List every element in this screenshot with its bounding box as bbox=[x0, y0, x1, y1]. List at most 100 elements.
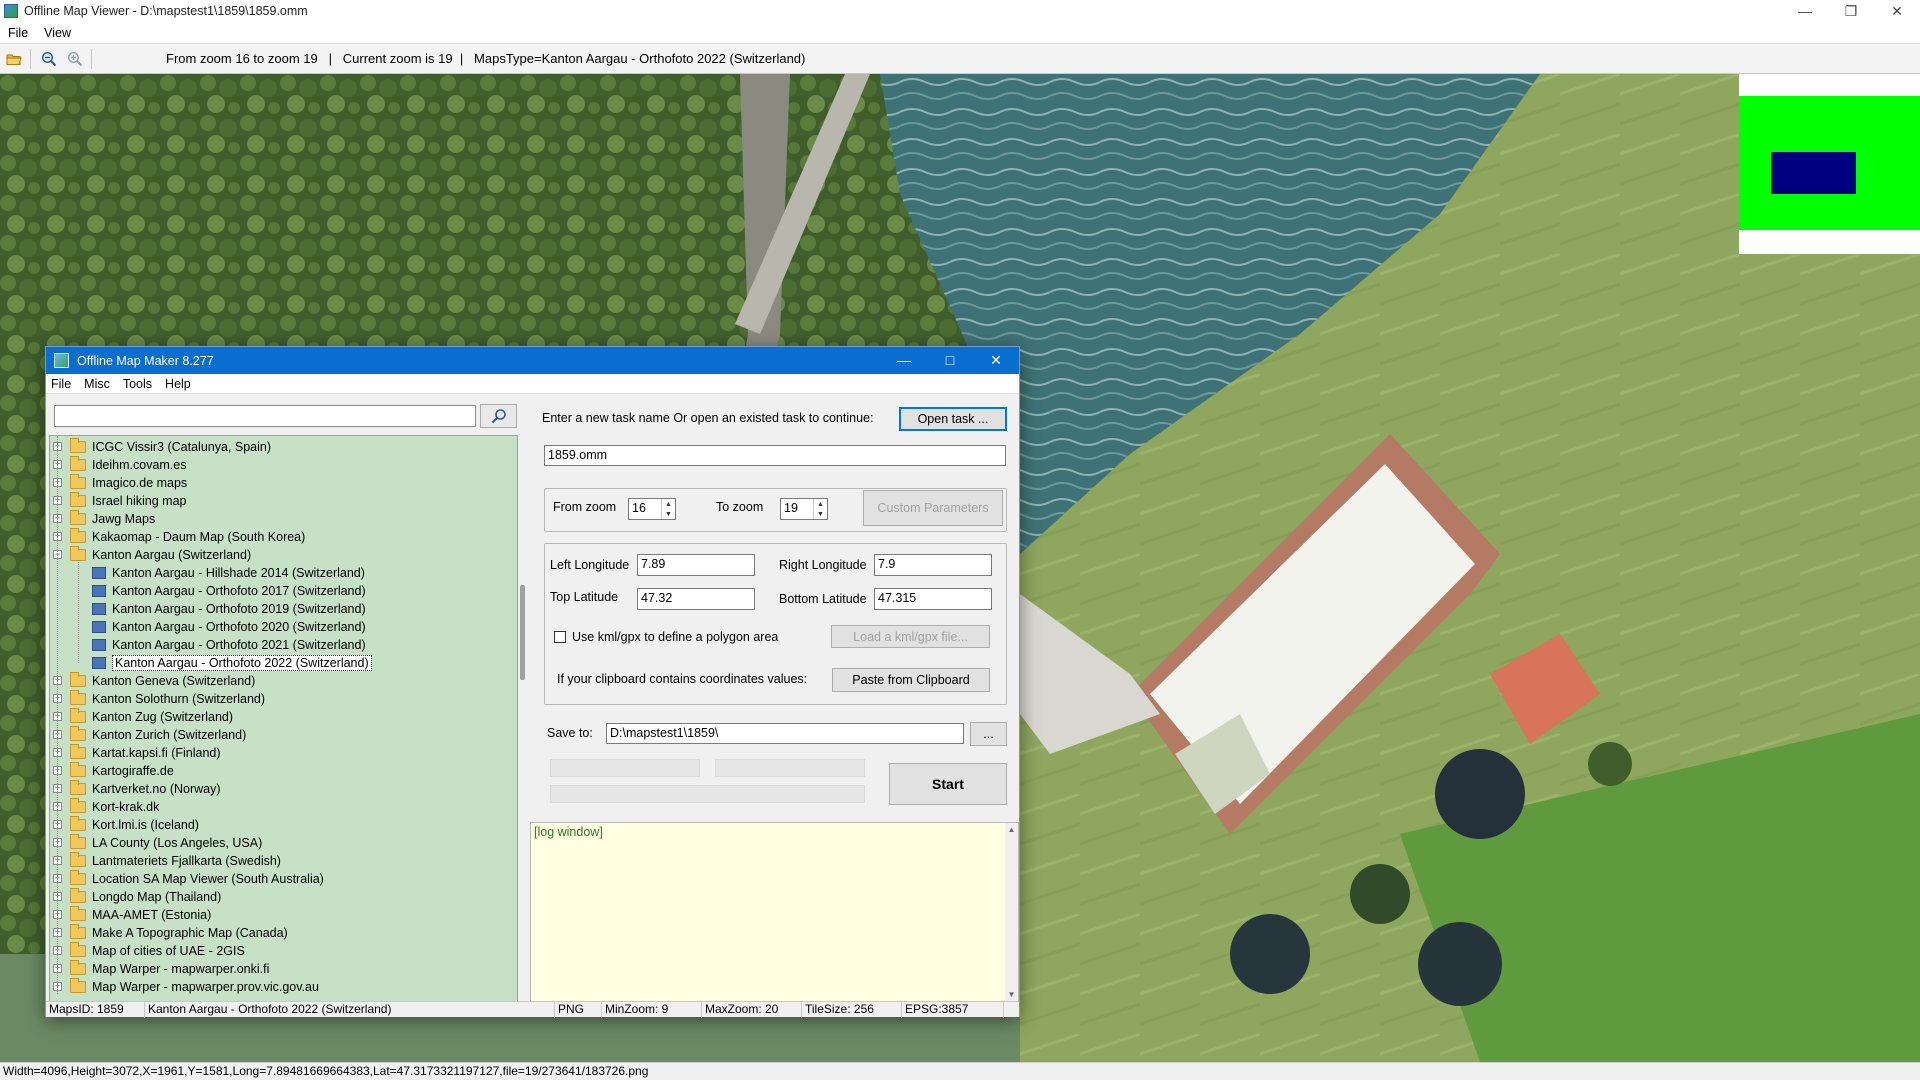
from-zoom-down-icon[interactable]: ▼ bbox=[662, 509, 675, 519]
tree-item-label: Make A Topographic Map (Canada) bbox=[92, 926, 288, 940]
map-icon bbox=[92, 639, 106, 651]
tree-item-label: Kanton Solothurn (Switzerland) bbox=[92, 692, 266, 706]
tree-folder-item[interactable]: + ICGC Vissir3 (Catalunya, Spain) bbox=[53, 438, 272, 456]
tree-map-item[interactable]: Kanton Aargau - Orthofoto 2020 (Switzerl… bbox=[92, 618, 366, 636]
tree-item-label: Kanton Aargau - Hillshade 2014 (Switzerl… bbox=[112, 566, 365, 580]
tree-folder-item[interactable]: + LA County (Los Angeles, USA) bbox=[53, 834, 262, 852]
tree-folder-item[interactable]: − Kanton Aargau (Switzerland) bbox=[53, 546, 251, 564]
close-icon[interactable]: ✕ bbox=[1874, 0, 1920, 22]
to-zoom-down-icon[interactable]: ▼ bbox=[814, 509, 827, 519]
left-longitude-input[interactable]: 7.89 bbox=[637, 554, 755, 576]
open-folder-icon bbox=[6, 54, 22, 65]
dialog-menu-file[interactable]: File bbox=[51, 377, 71, 391]
tree-folder-item[interactable]: + Kartverket.no (Norway) bbox=[53, 780, 221, 798]
map-search-input[interactable] bbox=[54, 405, 476, 427]
from-zoom-spinner[interactable]: 16 ▲ ▼ bbox=[628, 498, 676, 520]
dialog-menu-tools[interactable]: Tools bbox=[123, 377, 152, 391]
tree-folder-item[interactable]: + Jawg Maps bbox=[53, 510, 155, 528]
restore-icon[interactable]: ❐ bbox=[1828, 0, 1874, 22]
tree-folder-item[interactable]: + Make A Topographic Map (Canada) bbox=[53, 924, 288, 942]
log-scroll-up-icon[interactable]: ▲ bbox=[1005, 825, 1018, 834]
load-kml-button[interactable]: Load a kml/gpx file... bbox=[831, 625, 990, 648]
tree-folder-item[interactable]: + Kort-krak.dk bbox=[53, 798, 159, 816]
map-source-tree[interactable]: + ICGC Vissir3 (Catalunya, Spain) + Ideihm.… bbox=[49, 435, 518, 1002]
tree-folder-item[interactable]: + Location SA Map Viewer (South Australia… bbox=[53, 870, 324, 888]
dialog-titlebar: Offline Map Maker 8.277 — □ ✕ bbox=[46, 347, 1019, 374]
zoom-out-button[interactable] bbox=[37, 48, 61, 70]
tree-folder-item[interactable]: + MAA-AMET (Estonia) bbox=[53, 906, 211, 924]
to-zoom-up-icon[interactable]: ▲ bbox=[814, 499, 827, 509]
viewer-statusbar: Width=4096,Height=3072,X=1961,Y=1581,Lon… bbox=[0, 1062, 1920, 1080]
folder-icon bbox=[70, 798, 86, 813]
tree-folder-item[interactable]: + Kartat.kapsi.fi (Finland) bbox=[53, 744, 221, 762]
tree-item-label: ICGC Vissir3 (Catalunya, Spain) bbox=[92, 440, 272, 454]
open-task-button[interactable]: Open task ... bbox=[899, 407, 1007, 431]
log-scroll-down-icon[interactable]: ▼ bbox=[1005, 990, 1018, 999]
status-epsg: EPSG:3857 bbox=[902, 1002, 1004, 1018]
tree-folder-item[interactable]: + Map of cities of UAE - 2GIS bbox=[53, 942, 245, 960]
tree-map-item[interactable]: Kanton Aargau - Orthofoto 2019 (Switzerl… bbox=[92, 600, 366, 618]
folder-icon bbox=[70, 888, 86, 903]
tree-folder-item[interactable]: + Kartogiraffe.de bbox=[53, 762, 174, 780]
log-scrollbar[interactable]: ▲ ▼ bbox=[1005, 823, 1018, 1001]
map-search-button[interactable] bbox=[480, 404, 517, 428]
tree-map-item[interactable]: Kanton Aargau - Orthofoto 2017 (Switzerl… bbox=[92, 582, 366, 600]
zoom-in-button[interactable] bbox=[63, 48, 87, 70]
map-icon bbox=[92, 657, 106, 669]
tree-folder-item[interactable]: + Map Warper - mapwarper.onki.fi bbox=[53, 960, 269, 978]
custom-parameters-button[interactable]: Custom Parameters bbox=[863, 490, 1003, 526]
tree-connector-line bbox=[57, 436, 58, 994]
paste-clipboard-button[interactable]: Paste from Clipboard bbox=[832, 668, 990, 692]
top-latitude-input[interactable]: 47.32 bbox=[637, 588, 755, 610]
status-format: PNG bbox=[555, 1002, 602, 1018]
menu-view[interactable]: View bbox=[44, 26, 71, 40]
tree-map-item[interactable]: Kanton Aargau - Orthofoto 2022 (Switzerl… bbox=[92, 654, 372, 672]
dialog-minimize-icon[interactable]: — bbox=[881, 347, 927, 374]
app-icon bbox=[4, 4, 18, 18]
tree-folder-item[interactable]: + Map Warper - mapwarper.prov.vic.gov.au bbox=[53, 978, 319, 996]
zoom-in-icon bbox=[67, 51, 83, 66]
start-button[interactable]: Start bbox=[889, 763, 1007, 805]
tree-folder-item[interactable]: + Kakaomap - Daum Map (South Korea) bbox=[53, 528, 305, 546]
tree-folder-item[interactable]: + Lantmateriets Fjallkarta (Swedish) bbox=[53, 852, 281, 870]
overview-minimap[interactable] bbox=[1739, 74, 1920, 254]
dialog-menu-misc[interactable]: Misc bbox=[84, 377, 110, 391]
tree-folder-item[interactable]: + Imagico.de maps bbox=[53, 474, 188, 492]
open-folder-button[interactable] bbox=[2, 48, 26, 70]
dialog-menu-help[interactable]: Help bbox=[165, 377, 191, 391]
tree-folder-item[interactable]: + Longdo Map (Thailand) bbox=[53, 888, 221, 906]
viewer-window-controls: — ❐ ✕ bbox=[1782, 0, 1920, 22]
kml-polygon-checkbox[interactable] bbox=[554, 631, 566, 643]
dialog-maximize-icon[interactable]: □ bbox=[927, 347, 973, 374]
right-longitude-input[interactable]: 7.9 bbox=[874, 554, 992, 576]
tree-item-label: Imagico.de maps bbox=[92, 476, 188, 490]
tree-folder-item[interactable]: + Ideihm.covam.es bbox=[53, 456, 186, 474]
tree-item-label: Kartverket.no (Norway) bbox=[92, 782, 221, 796]
tree-folder-item[interactable]: + Kanton Zurich (Switzerland) bbox=[53, 726, 246, 744]
save-to-input[interactable]: D:\mapstest1\1859\ bbox=[606, 723, 964, 744]
menu-file[interactable]: File bbox=[8, 26, 28, 40]
tree-folder-item[interactable]: + Kanton Solothurn (Switzerland) bbox=[53, 690, 266, 708]
minimize-icon[interactable]: — bbox=[1782, 0, 1828, 22]
folder-icon bbox=[70, 924, 86, 939]
bottom-latitude-input[interactable]: 47.315 bbox=[874, 588, 992, 610]
tree-folder-item[interactable]: + Kanton Zug (Switzerland) bbox=[53, 708, 233, 726]
browse-folder-button[interactable]: ... bbox=[970, 722, 1007, 746]
tree-folder-item[interactable]: + Israel hiking map bbox=[53, 492, 187, 510]
tree-folder-item[interactable]: + Kanton Geneva (Switzerland) bbox=[53, 672, 255, 690]
overview-viewport-rect[interactable] bbox=[1771, 152, 1856, 194]
tree-scrollbar[interactable] bbox=[518, 435, 528, 1002]
to-zoom-spinner[interactable]: 19 ▲ ▼ bbox=[780, 498, 828, 520]
folder-icon bbox=[70, 438, 86, 453]
dialog-close-icon[interactable]: ✕ bbox=[973, 347, 1019, 374]
tree-item-label: Location SA Map Viewer (South Australia) bbox=[92, 872, 324, 886]
tree-folder-item[interactable]: + Kort.lmi.is (Iceland) bbox=[53, 816, 199, 834]
task-name-input[interactable]: 1859.omm bbox=[544, 445, 1006, 466]
tree-map-item[interactable]: Kanton Aargau - Orthofoto 2021 (Switzerl… bbox=[92, 636, 366, 654]
from-zoom-up-icon[interactable]: ▲ bbox=[662, 499, 675, 509]
log-window[interactable]: [log window] ▲ ▼ bbox=[530, 822, 1019, 1002]
folder-icon bbox=[70, 456, 86, 471]
tree-map-item[interactable]: Kanton Aargau - Hillshade 2014 (Switzerl… bbox=[92, 564, 365, 582]
tree-item-label: Kartat.kapsi.fi (Finland) bbox=[92, 746, 221, 760]
tree-scroll-thumb[interactable] bbox=[520, 585, 525, 680]
